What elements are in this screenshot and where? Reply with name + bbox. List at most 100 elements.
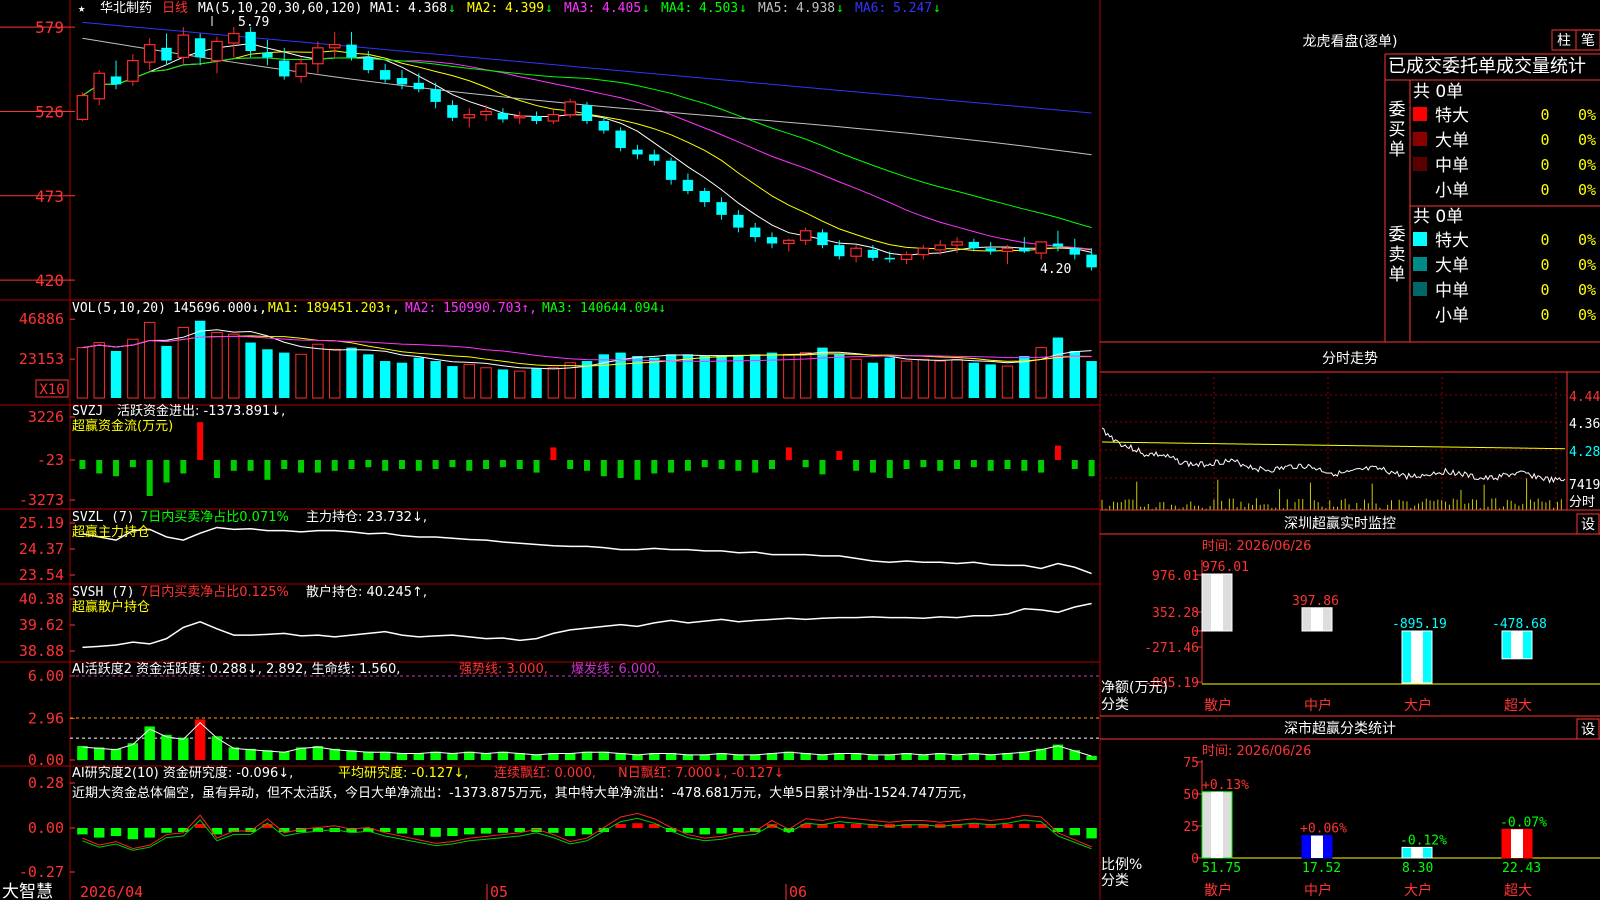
buy-row-count: 0 <box>1540 181 1549 199</box>
svsh-line <box>82 602 1092 649</box>
ai-activity-bar <box>228 747 240 760</box>
ma2-label: MA2: <box>467 1 498 16</box>
candle <box>346 44 357 58</box>
candle <box>295 63 307 78</box>
sell-row-count: 0 <box>1540 306 1549 324</box>
svzj-axis-label: 3226 <box>28 408 64 426</box>
candle <box>766 237 778 244</box>
candle <box>127 59 139 82</box>
candle <box>716 202 727 215</box>
stat-value-label: 8.30 <box>1402 861 1433 876</box>
svzj-bar <box>869 460 876 473</box>
stat-bar-highlight <box>1311 835 1323 858</box>
candle <box>1052 243 1064 247</box>
volume-bar <box>379 361 391 398</box>
ma4-direction: ↓ <box>739 1 747 16</box>
candle <box>513 115 526 119</box>
volume-bar <box>312 343 324 399</box>
intraday-axis-label: 7419 <box>1569 478 1600 493</box>
svzj-bar <box>1004 460 1011 469</box>
candle <box>227 32 240 44</box>
price-axis-label: 473 <box>35 187 64 206</box>
ai-axis-label: 2.96 <box>28 710 64 728</box>
sell-row-count: 0 <box>1540 256 1549 274</box>
intraday-axis-label: 分时 <box>1569 495 1595 510</box>
stat-change-label: +0.13% <box>1202 778 1249 793</box>
candle <box>699 191 710 203</box>
volume-bar <box>110 350 122 398</box>
ai-activity-bar <box>279 751 290 760</box>
monitor-category-label: 散户 <box>1204 697 1232 714</box>
stat-category-label: 散户 <box>1204 882 1232 899</box>
candle <box>194 38 206 58</box>
volume-bar <box>766 352 778 398</box>
volume-bar <box>867 362 879 398</box>
candle <box>1035 241 1047 254</box>
stat-category-label: 中户 <box>1304 882 1332 899</box>
price-ma4-line <box>82 57 1092 229</box>
svzj-bar <box>886 460 893 478</box>
candle <box>817 232 828 246</box>
svzj-bar <box>735 460 742 471</box>
candle <box>110 76 122 85</box>
volume-bar <box>598 354 610 398</box>
monitor-time: 时间: 2026/06/26 <box>1202 539 1311 554</box>
svzj-bar <box>365 460 372 468</box>
buy-row-name: 特大 <box>1435 106 1469 126</box>
monitor-axis-label: -271.46 <box>1144 641 1199 656</box>
buy-color-swatch <box>1413 182 1427 196</box>
month-axis-label: 06 <box>789 883 807 900</box>
monitor-settings-label: 设 <box>1581 517 1595 533</box>
low-price-label: 4.20 <box>1040 262 1071 277</box>
stat-change-label: -0.12% <box>1400 833 1447 848</box>
volume-bar <box>985 364 996 398</box>
svzj-bar <box>701 460 708 468</box>
svzj-bar <box>954 460 961 469</box>
candle <box>328 44 341 49</box>
favorite-star-icon: ★ <box>78 1 85 15</box>
volume-bar <box>430 361 441 398</box>
buy-row-percent: 0% <box>1578 106 1596 124</box>
svzj-bar <box>836 451 843 460</box>
svzl-name: SVZL (7) <box>72 510 135 525</box>
volume-bar <box>1086 361 1097 398</box>
stat-bar-highlight <box>1411 847 1423 858</box>
svzj-bar <box>79 460 86 469</box>
candle <box>262 52 273 58</box>
volume-bar <box>211 331 223 399</box>
ai2-bar <box>800 824 811 828</box>
monitor-axis-label: 976.01 <box>1152 569 1199 584</box>
svzj-bar <box>600 460 607 477</box>
ai2-bar <box>447 828 458 836</box>
svzj-bar <box>634 460 641 480</box>
svzj-bar <box>617 460 624 478</box>
volume-bar <box>951 358 963 399</box>
volume-bar <box>547 367 560 399</box>
svsh-axis-label: 40.38 <box>19 590 64 608</box>
svzj-bar <box>1021 460 1028 471</box>
svzj-bar <box>247 460 254 471</box>
candle <box>951 241 963 246</box>
monitor-unit-label: 净额(万元) <box>1101 680 1168 696</box>
svzj-bar <box>903 460 910 469</box>
ai-activity-bar <box>1086 755 1097 760</box>
stat-settings-label: 设 <box>1581 722 1595 738</box>
svzj-bar <box>970 460 977 468</box>
volume-bar <box>699 356 710 398</box>
volume-bar <box>447 366 458 398</box>
candle <box>76 94 89 121</box>
candle <box>884 257 895 260</box>
volume-bar <box>127 338 139 399</box>
month-axis-label: 05 <box>490 883 508 900</box>
ai2-axis-label: 0.00 <box>28 819 64 837</box>
ai-axis-label: 0.00 <box>28 751 64 769</box>
intraday-axis-label: 4.280 <box>1569 445 1600 460</box>
stat-axis-label: 50 <box>1183 788 1199 803</box>
candle <box>682 179 694 191</box>
ai2-bar <box>581 828 593 835</box>
ma5-label: MA5: <box>758 1 789 16</box>
candle <box>783 239 795 245</box>
candle <box>1001 247 1014 253</box>
vol-ma3-value: 140644.094↓ <box>580 301 666 316</box>
price-axis-label: 579 <box>35 18 64 37</box>
